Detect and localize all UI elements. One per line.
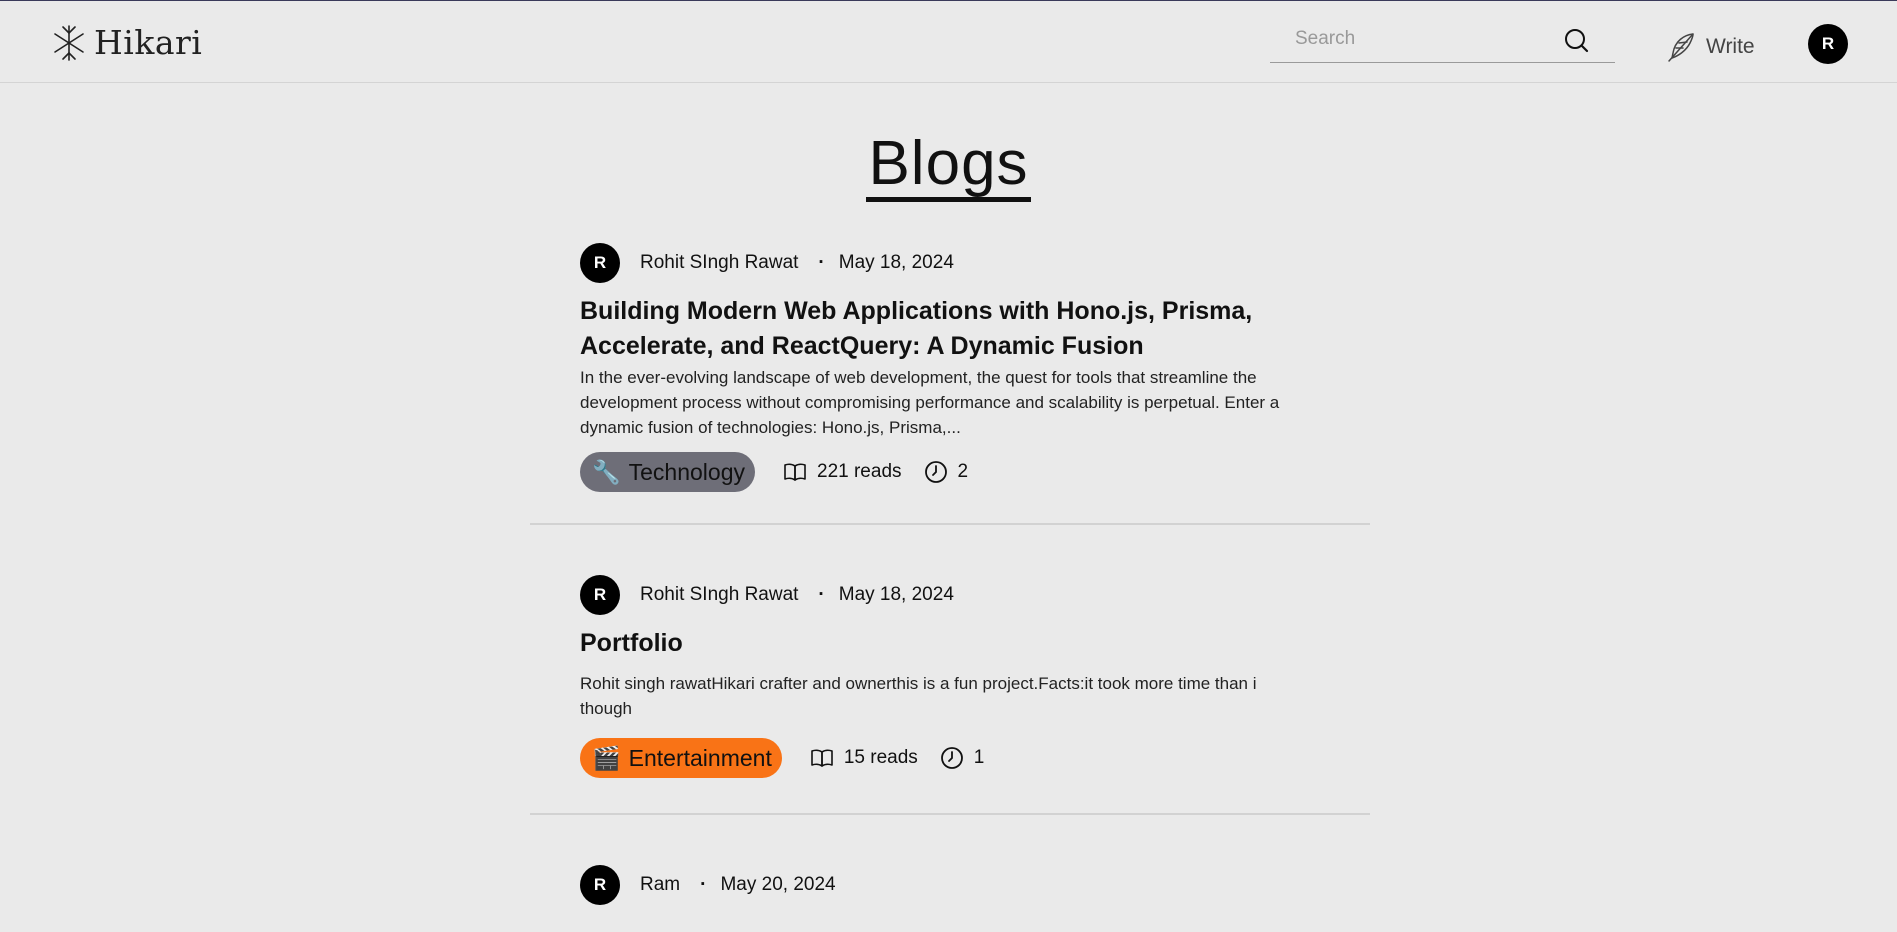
feather-icon <box>1668 33 1694 62</box>
blog-card-content: R Rohit SIngh Rawat · May 18, 2024 Portf… <box>580 572 1310 778</box>
post-title[interactable]: Building Modern Web Applications with Ho… <box>580 294 1310 364</box>
meta-separator: · <box>818 584 825 605</box>
meta-separator: · <box>818 252 825 273</box>
brand-name: Hikari <box>94 23 203 62</box>
post-date: May 18, 2024 <box>838 584 954 605</box>
read-count: 15 reads <box>810 746 918 770</box>
post-meta: R Ram · May 20, 2024 <box>580 865 1310 905</box>
author-avatar[interactable]: R <box>580 243 620 283</box>
top-navbar: Hikari Write R <box>0 1 1897 83</box>
user-avatar[interactable]: R <box>1808 24 1848 64</box>
brand-logo[interactable]: Hikari <box>52 23 202 62</box>
post-meta: R Rohit SIngh Rawat · May 18, 2024 <box>580 243 1310 283</box>
open-book-icon <box>784 463 806 481</box>
reads-text: 221 reads <box>817 461 902 482</box>
category-label: Entertainment <box>628 744 772 771</box>
read-time: 1 <box>940 746 985 770</box>
wrench-icon: 🔧 <box>592 458 621 485</box>
clapperboard-icon: 🎬 <box>592 744 621 771</box>
read-time-text: 2 <box>957 461 969 482</box>
page-title-text: Blogs <box>866 131 1031 202</box>
author-name[interactable]: Ram <box>640 874 680 896</box>
author-avatar[interactable]: R <box>580 575 620 615</box>
read-time-text: 1 <box>973 747 985 768</box>
post-date: May 20, 2024 <box>720 874 836 895</box>
search-input[interactable] <box>1270 19 1570 59</box>
post-excerpt: Rohit singh rawatHikari crafter and owne… <box>580 674 1257 718</box>
post-title[interactable]: Portfolio <box>580 626 1310 661</box>
meta-separator: · <box>700 874 707 895</box>
blog-card[interactable]: R Rohit SIngh Rawat · May 18, 2024 Build… <box>530 240 1370 525</box>
read-count: 221 reads <box>783 460 902 484</box>
read-time: 2 <box>924 460 969 484</box>
author-avatar[interactable]: R <box>580 865 620 905</box>
blog-card[interactable]: R Rohit SIngh Rawat · May 18, 2024 Portf… <box>530 572 1370 815</box>
clock-icon <box>924 461 947 483</box>
post-meta: R Rohit SIngh Rawat · May 18, 2024 <box>580 575 1310 615</box>
post-date: May 18, 2024 <box>838 252 954 273</box>
blog-card-content: R Rohit SIngh Rawat · May 18, 2024 Build… <box>580 240 1310 492</box>
post-footer: 🎬 Entertainment 15 reads 1 <box>580 738 1310 778</box>
reads-text: 15 reads <box>843 747 918 768</box>
write-button[interactable]: Write <box>1666 31 1755 63</box>
post-excerpt: In the ever-evolving landscape of web de… <box>580 368 1280 437</box>
page-title: Blogs <box>0 128 1897 202</box>
category-label: Technology <box>628 458 745 485</box>
blog-card[interactable]: R Ram · May 20, 2024 <box>530 862 1370 932</box>
asterisk-logo-icon <box>54 24 84 61</box>
clock-icon <box>940 747 963 769</box>
post-footer: 🔧 Technology 221 reads 2 <box>580 452 1310 492</box>
blog-card-content: R Ram · May 20, 2024 <box>580 862 1310 905</box>
search-icon[interactable] <box>1563 27 1589 53</box>
write-label: Write <box>1706 35 1755 58</box>
author-name[interactable]: Rohit SIngh Rawat <box>640 584 798 606</box>
open-book-icon <box>811 749 833 767</box>
category-tag[interactable]: 🔧 Technology <box>580 452 755 492</box>
search-box <box>1270 19 1615 63</box>
category-tag[interactable]: 🎬 Entertainment <box>580 738 782 778</box>
author-name[interactable]: Rohit SIngh Rawat <box>640 252 798 274</box>
